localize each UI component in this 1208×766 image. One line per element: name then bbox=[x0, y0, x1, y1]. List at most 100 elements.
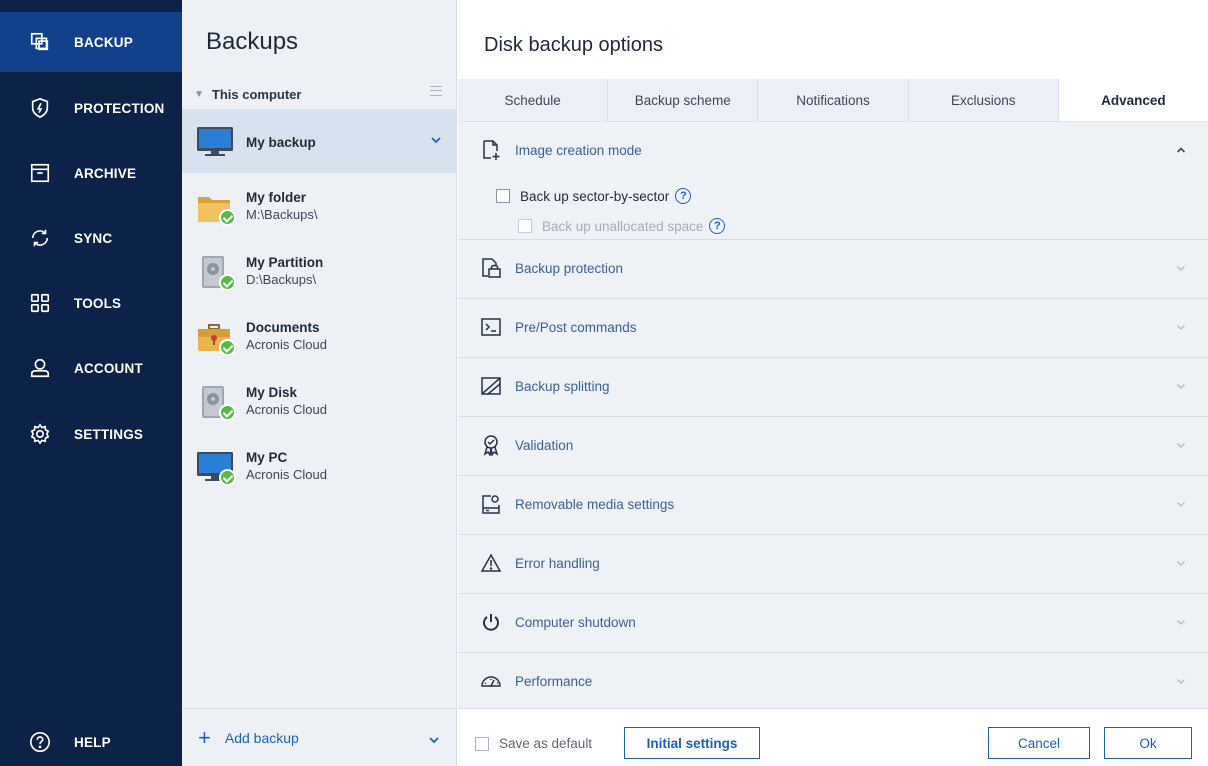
hamburger-menu-icon[interactable] bbox=[430, 86, 442, 96]
lock-file-icon bbox=[480, 257, 502, 279]
section-label: Backup protection bbox=[515, 261, 624, 276]
chevron-down-icon[interactable] bbox=[430, 135, 442, 145]
backup-location: Acronis Cloud bbox=[246, 467, 327, 482]
save-as-default-option[interactable]: Save as default bbox=[475, 736, 592, 751]
removable-media-icon bbox=[480, 493, 502, 515]
nav-label: ARCHIVE bbox=[74, 165, 137, 181]
add-backup-button[interactable]: + Add backup bbox=[182, 708, 456, 766]
group-label: This computer bbox=[211, 86, 302, 102]
section-label: Performance bbox=[515, 674, 593, 689]
nav-item-archive[interactable]: ARCHIVE bbox=[0, 143, 182, 203]
nav-item-account[interactable]: ACCOUNT bbox=[0, 338, 182, 398]
chevron-down-icon[interactable] bbox=[1176, 500, 1186, 508]
success-check-icon bbox=[219, 339, 236, 356]
options-sections: Image creation mode Back up sector-by-se… bbox=[458, 122, 1208, 712]
help-icon[interactable]: ? bbox=[709, 218, 726, 234]
backup-item[interactable]: My Disk Acronis Cloud bbox=[182, 369, 456, 433]
folder-icon bbox=[196, 188, 236, 226]
hard-disk-icon bbox=[196, 383, 236, 421]
unallocated-space-checkbox bbox=[518, 219, 532, 233]
monitor-icon bbox=[196, 448, 236, 486]
nav-item-sync[interactable]: SYNC bbox=[0, 208, 182, 268]
nav-label: SYNC bbox=[74, 230, 113, 246]
initial-settings-button[interactable]: Initial settings bbox=[624, 727, 760, 759]
section-performance[interactable]: Performance bbox=[458, 653, 1208, 712]
backup-item[interactable]: My backup bbox=[182, 109, 456, 173]
tab-backup-scheme[interactable]: Backup scheme bbox=[608, 79, 759, 121]
caret-down-icon: ▼ bbox=[194, 88, 204, 100]
nav-label: ACCOUNT bbox=[74, 360, 143, 376]
section-image-creation-mode[interactable]: Image creation mode Back up sector-by-se… bbox=[458, 122, 1208, 240]
monitor-icon bbox=[196, 123, 236, 161]
nav-label: SETTINGS bbox=[74, 426, 144, 442]
chevron-down-icon[interactable] bbox=[1176, 677, 1186, 685]
nav-item-backup[interactable]: BACKUP bbox=[0, 12, 182, 72]
nav-item-help[interactable]: HELP bbox=[0, 712, 182, 766]
cancel-button[interactable]: Cancel bbox=[988, 727, 1090, 759]
success-check-icon bbox=[219, 209, 236, 226]
briefcase-icon bbox=[196, 318, 236, 356]
gear-icon bbox=[28, 422, 52, 446]
user-icon bbox=[28, 356, 52, 380]
panel-footer: Save as default Initial settings Cancel … bbox=[458, 708, 1208, 766]
section-validation[interactable]: Validation bbox=[458, 417, 1208, 476]
ok-button[interactable]: Ok bbox=[1104, 727, 1192, 759]
chevron-down-icon[interactable] bbox=[1176, 441, 1186, 449]
chevron-down-icon[interactable] bbox=[1176, 382, 1186, 390]
backup-item[interactable]: My Partition D:\Backups\ bbox=[182, 239, 456, 303]
chevron-down-icon[interactable] bbox=[1176, 264, 1186, 272]
section-backup-splitting[interactable]: Backup splitting bbox=[458, 358, 1208, 417]
success-check-icon bbox=[219, 274, 236, 291]
chevron-down-icon[interactable] bbox=[1176, 618, 1186, 626]
help-circle-icon bbox=[28, 730, 52, 754]
tab-schedule[interactable]: Schedule bbox=[458, 79, 609, 121]
disk-backup-options-panel: Disk backup options Schedule Backup sche… bbox=[458, 0, 1208, 766]
backups-group-header[interactable]: ▼ This computer bbox=[182, 80, 456, 108]
tab-advanced[interactable]: Advanced bbox=[1058, 79, 1208, 121]
save-as-default-checkbox[interactable] bbox=[475, 736, 489, 751]
backup-icon bbox=[28, 30, 52, 54]
chevron-down-icon[interactable] bbox=[1176, 323, 1186, 331]
backups-list-panel: Backups ▼ This computer My backup My fol… bbox=[182, 0, 457, 766]
nav-item-tools[interactable]: TOOLS bbox=[0, 273, 182, 333]
shield-icon bbox=[28, 96, 52, 120]
section-label: Validation bbox=[515, 438, 574, 453]
nav-item-protection[interactable]: PROTECTION bbox=[0, 78, 182, 138]
terminal-icon bbox=[480, 316, 502, 338]
chevron-down-icon[interactable] bbox=[428, 735, 440, 745]
sync-icon bbox=[28, 226, 52, 250]
section-label: Removable media settings bbox=[515, 497, 675, 512]
nav-label: HELP bbox=[74, 734, 111, 750]
image-add-icon bbox=[480, 139, 502, 161]
backup-item[interactable]: My folder M:\Backups\ bbox=[182, 174, 456, 238]
nav-label: BACKUP bbox=[74, 34, 133, 50]
help-icon[interactable]: ? bbox=[675, 188, 692, 204]
save-as-default-label: Save as default bbox=[499, 736, 593, 751]
validation-ribbon-icon bbox=[480, 434, 502, 458]
backup-name: My PC bbox=[246, 450, 288, 465]
tab-notifications[interactable]: Notifications bbox=[758, 79, 909, 121]
backup-item[interactable]: My PC Acronis Cloud bbox=[182, 434, 456, 498]
warning-icon bbox=[480, 552, 502, 574]
backup-name: My backup bbox=[246, 135, 316, 150]
section-computer-shutdown[interactable]: Computer shutdown bbox=[458, 594, 1208, 653]
sector-by-sector-checkbox[interactable] bbox=[496, 189, 510, 203]
section-error-handling[interactable]: Error handling bbox=[458, 535, 1208, 594]
backup-location: D:\Backups\ bbox=[246, 272, 317, 287]
nav-item-settings[interactable]: SETTINGS bbox=[0, 404, 182, 464]
sector-by-sector-label: Back up sector-by-sector bbox=[520, 188, 670, 204]
backup-item[interactable]: Documents Acronis Cloud bbox=[182, 304, 456, 368]
add-backup-label: Add backup bbox=[224, 729, 299, 746]
tab-exclusions[interactable]: Exclusions bbox=[909, 79, 1059, 121]
section-removable-media-settings[interactable]: Removable media settings bbox=[458, 476, 1208, 535]
hard-disk-icon bbox=[196, 253, 236, 291]
chevron-down-icon[interactable] bbox=[1176, 559, 1186, 567]
split-icon bbox=[480, 375, 502, 397]
backup-location: Acronis Cloud bbox=[246, 402, 327, 417]
section-backup-protection[interactable]: Backup protection bbox=[458, 240, 1208, 299]
section-label: Pre/Post commands bbox=[515, 320, 637, 335]
section-pre-post-commands[interactable]: Pre/Post commands bbox=[458, 299, 1208, 358]
sector-by-sector-option: Back up sector-by-sector ? bbox=[496, 188, 692, 204]
chevron-up-icon[interactable] bbox=[1176, 146, 1186, 154]
main-navigation: BACKUP PROTECTION ARCHIVE SYNC TOOLS ACC… bbox=[0, 0, 182, 766]
